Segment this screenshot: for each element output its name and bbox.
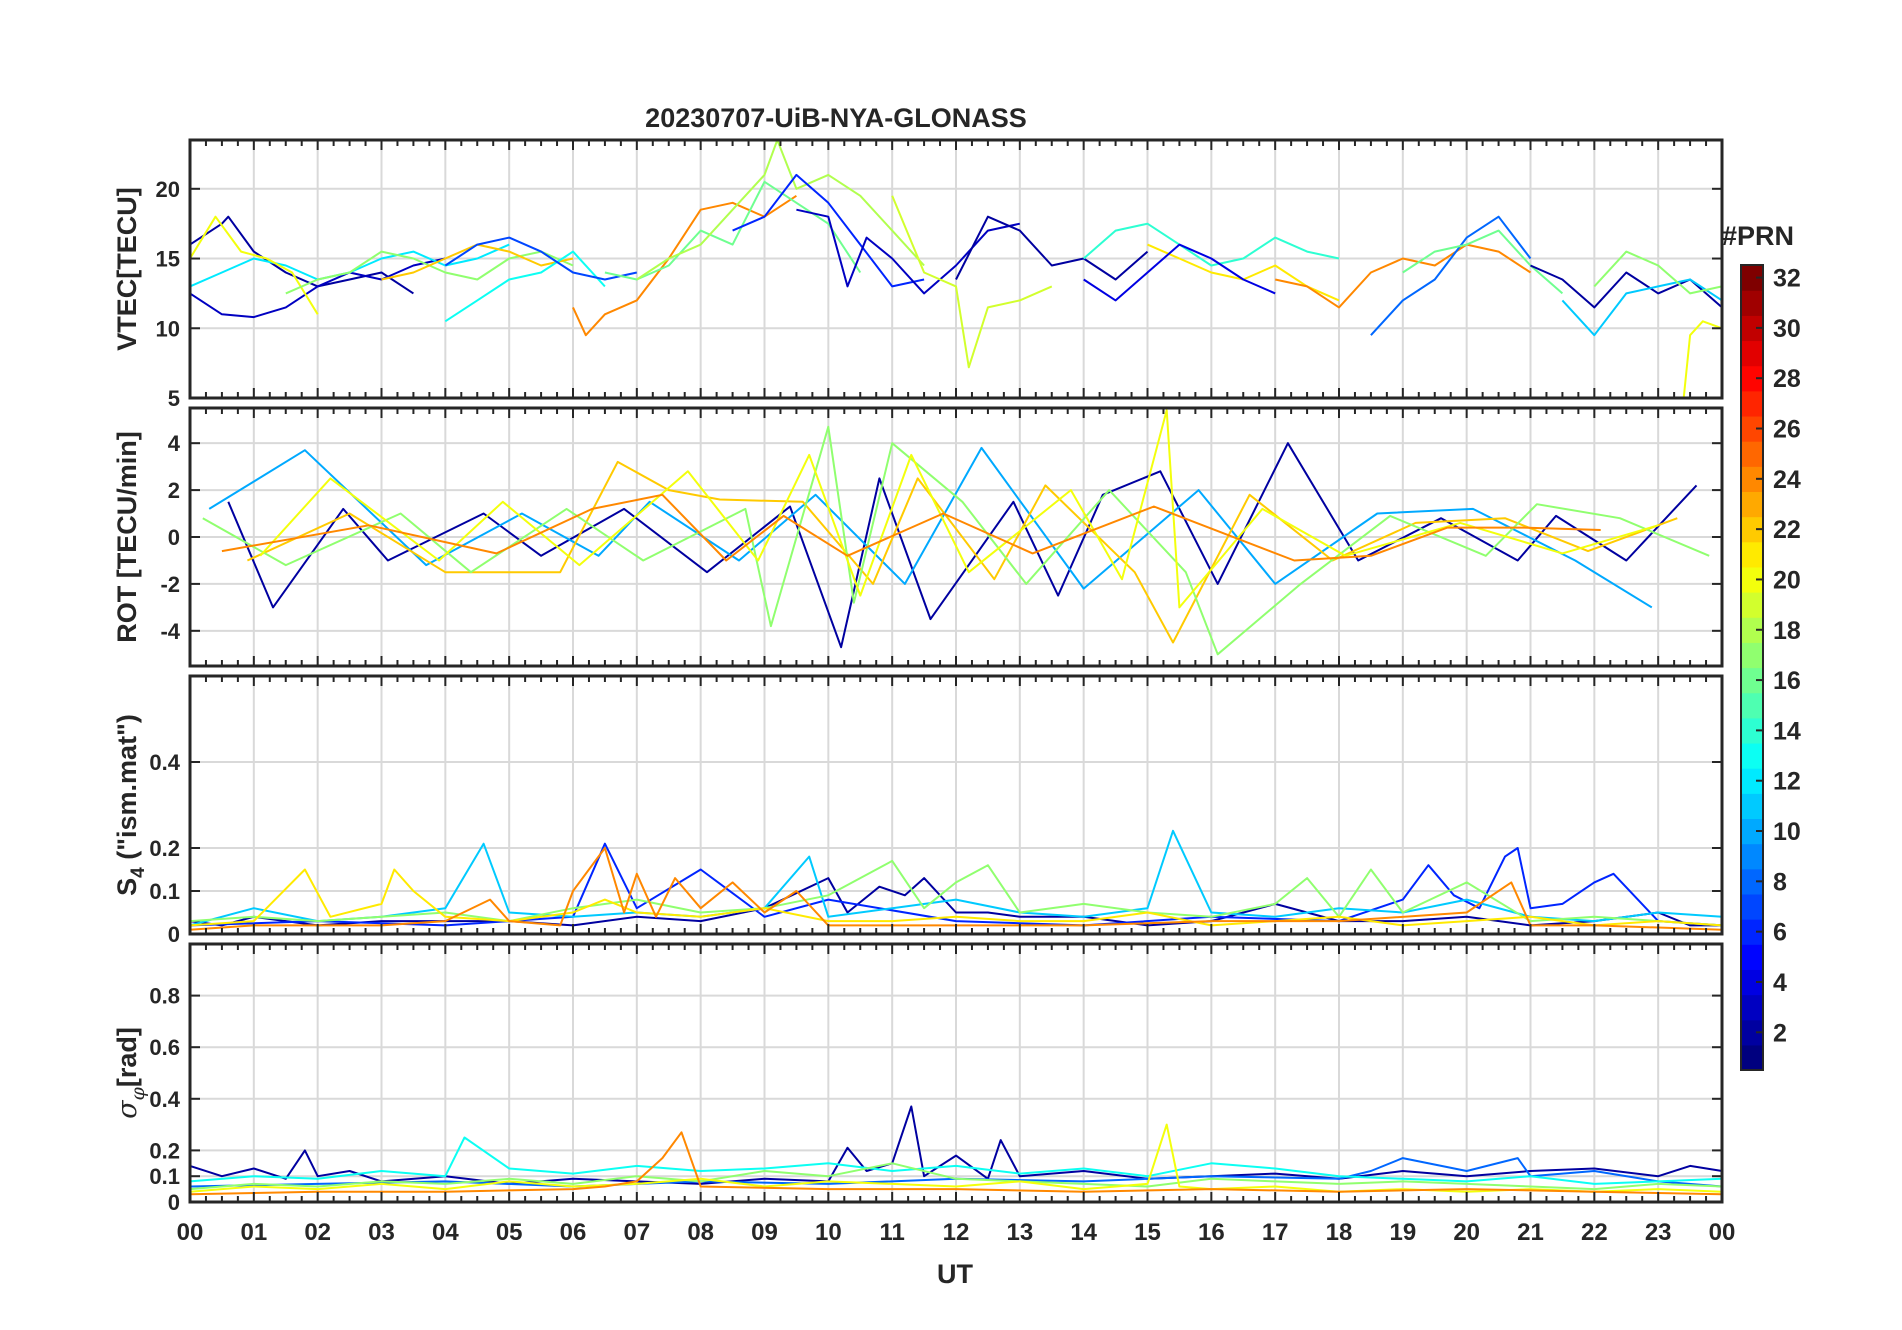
colorbar-tick-label: 26 — [1773, 416, 1801, 444]
colorbar-swatch — [1741, 340, 1763, 367]
x-tick-label: 02 — [304, 1219, 331, 1246]
colorbar-tick-label: 12 — [1773, 768, 1801, 796]
x-tick-label: 22 — [1581, 1219, 1608, 1246]
panel-s4-y-tick-label: 0.2 — [149, 836, 180, 861]
colorbar-swatch — [1741, 290, 1763, 316]
x-tick-label: 20 — [1453, 1219, 1480, 1246]
colorbar-tick-label: 2 — [1773, 1019, 1787, 1047]
x-tick-label: 07 — [623, 1219, 650, 1246]
colorbar-tick-label: 14 — [1773, 717, 1801, 745]
colorbar-swatch — [1741, 893, 1763, 920]
x-tick-label: 09 — [751, 1219, 778, 1246]
panel-s4-y-tick-label: 0.1 — [149, 879, 180, 904]
panel-sigma_phi-y-tick-label: 0.8 — [149, 984, 180, 1009]
colorbar-tick-label: 4 — [1773, 969, 1787, 997]
x-tick-label: 05 — [496, 1219, 523, 1246]
x-tick-label: 00 — [1709, 1219, 1736, 1246]
x-tick-label: 23 — [1645, 1219, 1672, 1246]
x-tick-label: 14 — [1070, 1219, 1097, 1246]
x-tick-label: 04 — [432, 1219, 459, 1246]
colorbar-swatch — [1741, 944, 1763, 970]
colorbar-swatch — [1741, 642, 1763, 669]
panel-sigma_phi-y-tick-label: 0.6 — [149, 1035, 180, 1060]
colorbar-swatch — [1741, 541, 1763, 568]
colorbar-swatch — [1741, 994, 1763, 1021]
panel-s4-y-tick-label: 0 — [168, 922, 180, 947]
colorbar-swatch — [1741, 390, 1763, 417]
panel-vtec-y-tick-label: 10 — [156, 316, 180, 341]
colorbar-tick-label: 32 — [1773, 265, 1801, 293]
colorbar-tick-label: 16 — [1773, 667, 1801, 695]
x-tick-label: 11 — [879, 1219, 904, 1246]
x-tick-label: 17 — [1262, 1219, 1289, 1246]
colorbar-tick-label: 22 — [1773, 516, 1801, 544]
x-tick-label: 21 — [1517, 1219, 1544, 1246]
x-tick-label: 01 — [240, 1219, 267, 1246]
x-tick-label: 03 — [368, 1219, 395, 1246]
panel-sigma_phi-y-tick-label: 0.1 — [149, 1164, 180, 1189]
x-tick-label: 18 — [1326, 1219, 1353, 1246]
colorbar-tick-label: 24 — [1773, 466, 1801, 494]
x-tick-label: 13 — [1006, 1219, 1033, 1246]
colorbar-swatch — [1741, 692, 1763, 719]
x-tick-label: 19 — [1389, 1219, 1416, 1246]
x-axis-label: UT — [937, 1259, 973, 1289]
colorbar-tick-label: 18 — [1773, 617, 1801, 645]
x-tick-label: 16 — [1198, 1219, 1225, 1246]
panel-rot-y-tick-label: -4 — [160, 619, 180, 644]
colorbar-tick-label: 10 — [1773, 818, 1801, 846]
colorbar-swatch — [1741, 1044, 1763, 1071]
colorbar-tick-label: 30 — [1773, 315, 1801, 343]
x-tick-label: 00 — [177, 1219, 204, 1246]
x-tick-label: 08 — [687, 1219, 714, 1246]
panel-rot: -4 -2 0 2 4 ROT [TECU/min] — [112, 406, 1724, 668]
panel-rot-y-tick-label: -2 — [160, 572, 180, 597]
panel-sigma_phi: 00.10.20.40.60.8σφ[rad] — [112, 942, 1724, 1215]
panel-s4-y-tick-label: 0.4 — [149, 750, 180, 775]
colorbar-swatch — [1741, 441, 1763, 467]
x-tick-label: 12 — [943, 1219, 970, 1246]
colorbar-tick-label: 28 — [1773, 365, 1801, 393]
panel-s4: 00.10.20.4S4 ("ism.mat") — [112, 674, 1724, 947]
colorbar-swatch — [1741, 843, 1763, 870]
panel-sigma_phi-y-tick-label: 0.2 — [149, 1138, 180, 1163]
panel-sigma_phi-y-tick-label: 0 — [168, 1190, 180, 1215]
colorbar-tick-label: 8 — [1773, 868, 1787, 896]
panels: 5101520VTEC[TECU]-4-2024ROT [TECU/min]00… — [112, 138, 1724, 1215]
colorbar-swatch — [1741, 592, 1763, 618]
colorbar-label: #PRN — [1722, 221, 1794, 251]
colorbar-tick-label: 6 — [1773, 919, 1787, 947]
chart-title: 20230707-UiB-NYA-GLONASS — [645, 103, 1027, 133]
panel-vtec: 5 10 15 20 VTEC[TECU] — [112, 138, 1724, 411]
colorbar-swatch — [1741, 793, 1763, 820]
panel-vtec-y-tick-label: 5 — [168, 386, 180, 411]
panel-sigma_phi-y-tick-label: 0.4 — [149, 1087, 180, 1112]
colorbar-tick-label: 20 — [1773, 566, 1801, 594]
panel-rot-y-tick-label: 2 — [168, 478, 180, 503]
x-tick-label: 10 — [815, 1219, 842, 1246]
figure: 20230707-UiB-NYA-GLONASS 5101520VTEC[TEC… — [0, 0, 1902, 1330]
colorbar-swatch — [1741, 491, 1763, 518]
panel-rot-y-axis-label: ROT [TECU/min] — [112, 431, 142, 642]
x-tick-label: 06 — [560, 1219, 587, 1246]
panel-vtec-y-tick-label: 15 — [156, 247, 180, 272]
panel-vtec-y-tick-label: 20 — [156, 177, 180, 202]
panel-rot-y-tick-label: 0 — [168, 525, 180, 550]
x-tick-label: 15 — [1134, 1219, 1161, 1246]
panel-rot-y-tick-label: 4 — [168, 431, 181, 456]
colorbar-swatch — [1741, 742, 1763, 769]
panel-vtec-y-axis-label: VTEC[TECU] — [112, 187, 142, 351]
